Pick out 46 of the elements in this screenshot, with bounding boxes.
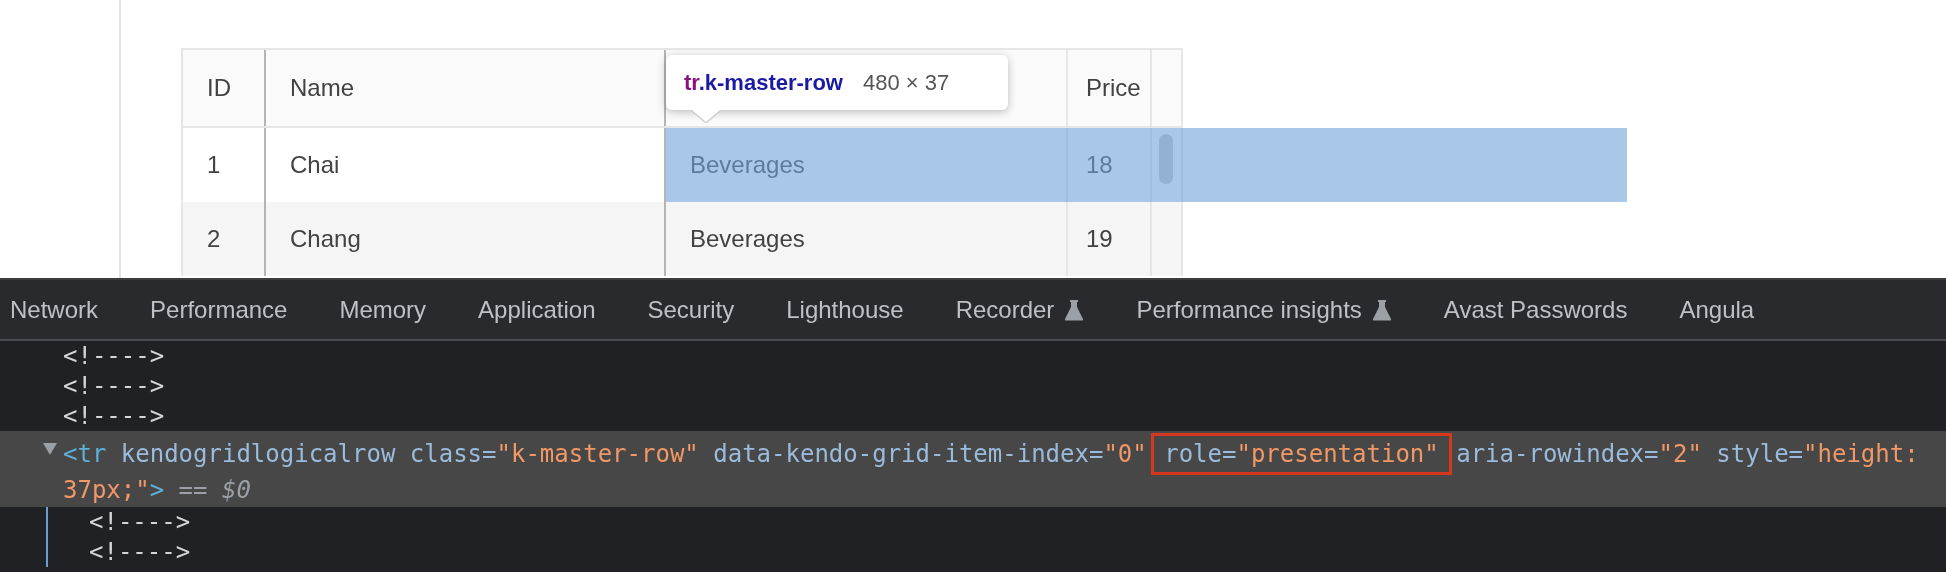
table-cell: 18 [1086,151,1113,179]
attribute-name: role= [1164,440,1237,468]
attribute-value: "0" [1103,440,1147,468]
tag-close: > [149,476,165,504]
attribute-value: "height: [1803,440,1919,468]
column-header[interactable]: ID [207,74,231,102]
devtools-tab[interactable]: Performance [124,295,314,324]
code-comment: <!----> [63,401,165,431]
table-cell: Beverages [690,225,805,253]
code-comment: <!----> [89,537,191,567]
attribute-value: 37px;" [63,476,150,504]
devtools-tab[interactable]: Memory [313,295,453,324]
code-comment: <!----> [63,371,165,401]
flask-icon [1064,298,1085,321]
devtools-tab[interactable]: Lighthouse [760,295,930,324]
table-cell: Chang [290,225,361,253]
attribute-name: data-kendo-grid-item-index= [713,440,1104,468]
devtools-tab[interactable]: Security [621,295,761,324]
attribute-value: "k-master-row" [496,440,699,468]
column-header[interactable]: Name [290,74,355,102]
attribute-value: "presentation" [1236,440,1439,468]
tag-name: <tr [63,440,107,468]
devtools-tab[interactable]: Recorder [929,295,1111,324]
tooltip-selector: tr.k-master-row [684,69,843,96]
flask-icon [1371,298,1392,321]
console-reference: == $0 [178,476,251,504]
attribute-value: "2" [1658,440,1702,468]
devtools-tab[interactable]: Avast Passwords [1417,295,1654,324]
table-cell: 1 [207,151,221,179]
devtools-tab[interactable]: Angula [1653,295,1781,324]
code-comment: <!----> [89,507,191,537]
table-cell: Chai [290,151,340,179]
devtools-tab[interactable]: Performance insights [1110,295,1418,324]
column-header[interactable]: Price [1086,74,1141,102]
attribute-name: style= [1716,440,1804,468]
table-cell: Beverages [690,151,805,179]
code-comment: <!----> [63,341,165,371]
attribute-name: class= [409,440,497,468]
devtools-tab[interactable]: Application [452,295,622,324]
devtools-tab[interactable]: Network [0,295,125,324]
attribute-name: kendogridlogicalrow [120,440,396,468]
tooltip-size: 480 × 37 [862,69,950,96]
table-cell: 2 [207,225,221,253]
attribute-name: aria-rowindex= [1456,440,1659,468]
triangle-icon[interactable] [43,443,57,455]
table-cell: 19 [1086,225,1113,253]
